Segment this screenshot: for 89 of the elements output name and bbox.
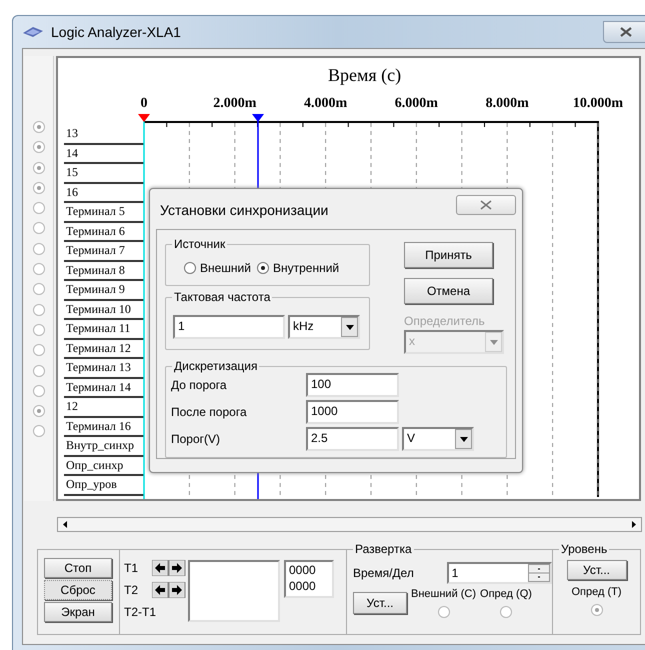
dropdown-caret-icon [490, 340, 498, 344]
push-button[interactable]: Стоп [44, 558, 112, 578]
radio-label: Внутренний [272, 260, 340, 277]
radio-button[interactable] [32, 242, 44, 255]
radio-button[interactable] [32, 364, 44, 377]
axis-title: Время (с) [328, 64, 402, 87]
channel-label: Терминал 14 [64, 378, 144, 398]
tick-label: 10.000m [572, 95, 624, 113]
push-button[interactable]: Уст... [353, 592, 407, 614]
radio-button[interactable] [32, 202, 44, 214]
arrow-buttons-icon[interactable] [152, 582, 186, 598]
channel-label: 14 [64, 144, 144, 164]
tick-label: 8.000m [486, 95, 529, 113]
input-field[interactable]: 1 [173, 315, 285, 339]
radio-button[interactable] [438, 606, 450, 618]
channel-label: Терминал 12 [64, 340, 144, 359]
push-button[interactable]: Уст... [566, 560, 626, 580]
channel-label: Терминал 9 [64, 281, 144, 300]
radio-button[interactable] [32, 324, 44, 336]
radio-button[interactable] [256, 262, 269, 274]
radio-button[interactable] [32, 162, 44, 174]
close-icon [620, 27, 632, 37]
radio-button[interactable] [32, 182, 44, 194]
push-button[interactable]: Экран [44, 602, 112, 622]
close-button[interactable] [456, 195, 516, 215]
radio-label: Внешний [200, 260, 251, 277]
push-button[interactable]: Отмена [404, 278, 493, 304]
channel-label: Терминал 13 [64, 359, 144, 378]
channel-label: 13 [64, 125, 144, 144]
radio-button[interactable] [32, 384, 44, 397]
input-field[interactable]: 1000 [306, 400, 399, 424]
input-field[interactable]: 2.5 [306, 427, 399, 451]
field-label: Время/Дел [353, 565, 415, 582]
channel-label: Опр_синхр [64, 456, 144, 476]
field-label: До порога [171, 377, 228, 394]
horizontal-scrollbar[interactable] [57, 517, 642, 532]
cursor-marker-icon[interactable] [252, 114, 264, 122]
radio-button[interactable] [32, 283, 44, 296]
channel-label: Терминал 7 [64, 242, 144, 262]
channel-label: Внутр_синхр [64, 437, 144, 456]
cursor-marker-icon[interactable] [138, 114, 150, 122]
tick-label: 0 [140, 95, 148, 113]
radio-button[interactable] [32, 263, 44, 276]
radio-button[interactable] [32, 425, 44, 438]
tick-label: 4.000m [304, 95, 348, 113]
dropdown-caret-icon [346, 324, 354, 330]
radio-button[interactable] [32, 141, 44, 154]
cursor-label: T2 [124, 582, 140, 599]
radio-label: Опред (T) [571, 585, 622, 600]
push-button[interactable]: Принять [404, 242, 493, 268]
radio-button[interactable] [590, 604, 602, 616]
cursor-label: T1 [124, 560, 140, 577]
window-title: Logic Analyzer-XLA1 [51, 22, 181, 42]
dropdown[interactable]: kHz [288, 315, 360, 339]
analyzer-icon [21, 25, 45, 39]
dropdown-caret-icon [460, 436, 468, 442]
radio-button[interactable] [32, 304, 44, 316]
field-label: Порог(V) [171, 431, 222, 448]
dialog-title: Установки синхронизации [159, 200, 328, 220]
radio-button[interactable] [32, 222, 44, 234]
arrow-buttons-icon[interactable] [152, 560, 186, 576]
channel-label: Терминал 16 [64, 418, 144, 437]
readout-value: 0000 [289, 562, 317, 578]
radio-button[interactable] [32, 121, 44, 133]
channel-label: 15 [64, 164, 144, 184]
field-label: После порога [171, 404, 248, 421]
radio-button[interactable] [32, 344, 44, 356]
tick-label: 2.000m [213, 95, 256, 113]
radio-button[interactable] [500, 606, 512, 618]
channel-label: Терминал 5 [64, 203, 144, 222]
radio-button[interactable] [184, 262, 196, 274]
channel-label: Терминал 11 [64, 320, 144, 340]
dropdown[interactable]: V [402, 427, 474, 451]
input-field[interactable]: 100 [306, 373, 399, 397]
channel-label: Терминал 6 [64, 222, 144, 242]
channel-label: Опр_уров [64, 476, 144, 496]
channel-label: 16 [64, 184, 144, 203]
radio-button[interactable] [32, 405, 44, 418]
radio-label: Внешний (C) [411, 587, 476, 602]
channel-label: Терминал 8 [64, 262, 144, 281]
readout-value: 0000 [289, 578, 317, 594]
radio-label: Опред (Q) [480, 587, 532, 602]
tick-label: 6.000m [394, 95, 438, 113]
channel-label: 12 [64, 398, 144, 418]
push-button[interactable]: Сброс [44, 580, 112, 600]
qualifier-label: Определитель [404, 313, 486, 330]
close-icon [480, 200, 492, 210]
channel-label: Терминал 10 [64, 300, 144, 320]
close-button[interactable] [603, 21, 645, 43]
